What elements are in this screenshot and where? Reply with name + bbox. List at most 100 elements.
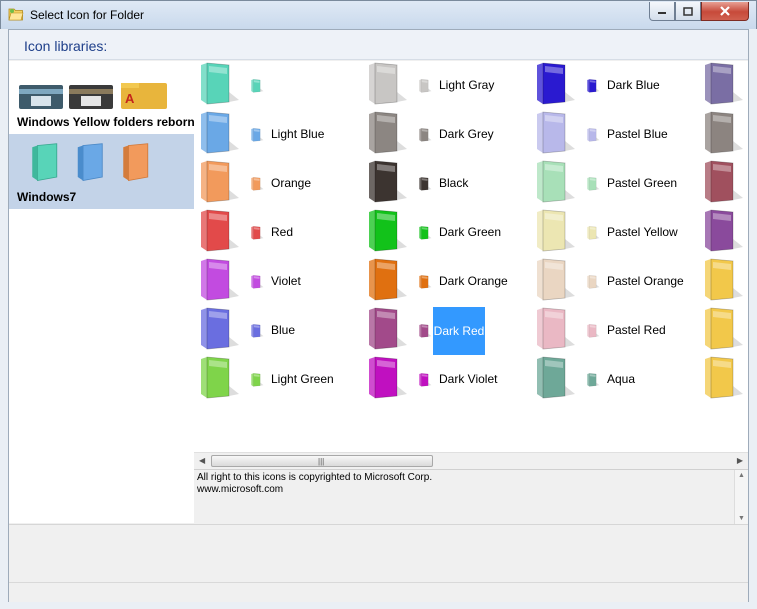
vertical-scrollbar[interactable]: ▲ ▼ [734, 470, 748, 524]
icon-option[interactable]: Violet [197, 258, 365, 307]
scrollbar-thumb[interactable]: ||| [211, 455, 433, 467]
icon-option[interactable]: Light Blue [197, 111, 365, 160]
icon-option[interactable]: Aqua [533, 356, 701, 405]
icon-option-partial[interactable] [701, 160, 748, 209]
folder-icon [537, 307, 575, 350]
folder-icon [537, 356, 575, 399]
folder-icon [201, 111, 239, 154]
icon-option[interactable]: Blue [197, 307, 365, 356]
icon-label: Red [271, 225, 294, 239]
scroll-left-icon[interactable]: ◀ [199, 456, 205, 465]
window-title: Select Icon for Folder [30, 8, 145, 22]
folder-icon [201, 258, 239, 301]
icon-option[interactable]: Dark Violet [365, 356, 533, 405]
icon-label: Dark Grey [439, 127, 494, 141]
folder-icon [419, 324, 432, 338]
library-name: Windows Yellow folders reborn [17, 115, 195, 129]
icon-label: Light Gray [439, 78, 495, 92]
icon-option[interactable]: Pastel Green [533, 160, 701, 209]
horizontal-scrollbar[interactable]: ◀ ||| ▶ [194, 452, 748, 469]
folder-icon [419, 275, 432, 289]
scroll-down-icon[interactable]: ▼ [738, 515, 745, 522]
icon-label: Pastel Orange [607, 274, 684, 288]
copyright-text-box: All right to this icons is copyrighted t… [194, 469, 748, 524]
icon-option[interactable]: Black [365, 160, 533, 209]
folder-icon [369, 258, 407, 301]
close-button[interactable] [701, 2, 749, 21]
folder-icon [369, 62, 407, 105]
folder-icon [587, 373, 600, 387]
folder-icon [251, 128, 264, 142]
icon-option[interactable]: Dark Blue [533, 62, 701, 111]
library-thumbnail-icons [32, 143, 149, 182]
folder-icon [251, 324, 264, 338]
folder-app-icon [8, 8, 24, 21]
folder-icon [369, 307, 407, 350]
maximize-button[interactable] [675, 2, 701, 21]
icon-option[interactable]: Pastel Blue [533, 111, 701, 160]
drive-folder-icon [69, 85, 113, 109]
folder-icon [419, 226, 432, 240]
folder-icon [419, 177, 432, 191]
icon-option[interactable]: Pastel Red [533, 307, 701, 356]
minimize-icon [658, 12, 666, 14]
folder-icon [419, 79, 432, 93]
folder-icon [201, 209, 239, 252]
folder-icon [419, 373, 432, 387]
folder-icon [251, 226, 264, 240]
scroll-right-icon[interactable]: ▶ [737, 456, 743, 465]
libraries-header: Icon libraries: [9, 30, 748, 60]
icon-option[interactable]: Dark Green [365, 209, 533, 258]
folder-icon [537, 62, 575, 105]
icon-label: Violet [271, 274, 301, 288]
title-bar: Select Icon for Folder [0, 0, 757, 29]
icon-option[interactable]: Red [197, 209, 365, 258]
folder-icon [705, 160, 743, 203]
icon-label: Dark Violet [439, 372, 498, 386]
icon-option[interactable]: Dark Red [365, 307, 533, 356]
icon-option[interactable]: Pastel Orange [533, 258, 701, 307]
icon-option-partial[interactable] [701, 356, 748, 405]
svg-text:A: A [125, 91, 135, 106]
icon-label: Orange [271, 176, 312, 190]
icon-option[interactable]: Pastel Yellow [533, 209, 701, 258]
folder-icon [587, 275, 600, 289]
icon-option-partial[interactable] [701, 209, 748, 258]
icon-label: Dark Orange [439, 274, 508, 288]
library-item-windows-yellow[interactable]: A Windows Yellow folders reborn [9, 61, 195, 134]
scroll-up-icon[interactable]: ▲ [738, 472, 745, 479]
folder-icon [705, 62, 743, 105]
icon-option[interactable]: Light Green [197, 356, 365, 405]
icon-label: Dark Green [439, 225, 502, 239]
copyright-line: All right to this icons is copyrighted t… [197, 472, 433, 483]
icon-option-partial[interactable] [701, 111, 748, 160]
blue-folder-icon [77, 143, 103, 182]
icon-label: Dark Blue [607, 78, 660, 92]
icon-option[interactable]: Orange [197, 160, 365, 209]
copyright-url: www.microsoft.com [197, 484, 284, 495]
library-list: A Windows Yellow folders reborn Windows7 [9, 61, 195, 523]
folder-icon [201, 62, 239, 105]
icon-option-partial[interactable] [701, 62, 748, 111]
drive-folder-icon [19, 85, 63, 109]
library-item-windows7[interactable]: Windows7 [9, 134, 194, 209]
folder-icon [537, 160, 575, 203]
folder-icon [705, 209, 743, 252]
dialog-bottom-area [9, 524, 748, 602]
icon-option[interactable]: Dark Orange [365, 258, 533, 307]
folder-icon [369, 160, 407, 203]
folder-icon [705, 307, 743, 350]
minimize-button[interactable] [649, 2, 675, 21]
icon-grid: Light Blue Orange Red Violet Blue Light Green… [194, 61, 748, 452]
folder-icon [369, 209, 407, 252]
close-icon [720, 6, 730, 16]
icon-option[interactable]: Light Gray [365, 62, 533, 111]
icon-option[interactable] [197, 62, 365, 111]
folder-icon [369, 111, 407, 154]
icon-option-partial[interactable] [701, 258, 748, 307]
icon-option-partial[interactable] [701, 307, 748, 356]
folder-icon [251, 177, 264, 191]
folder-icon [705, 258, 743, 301]
icon-option[interactable]: Dark Grey [365, 111, 533, 160]
status-bar [9, 582, 748, 602]
